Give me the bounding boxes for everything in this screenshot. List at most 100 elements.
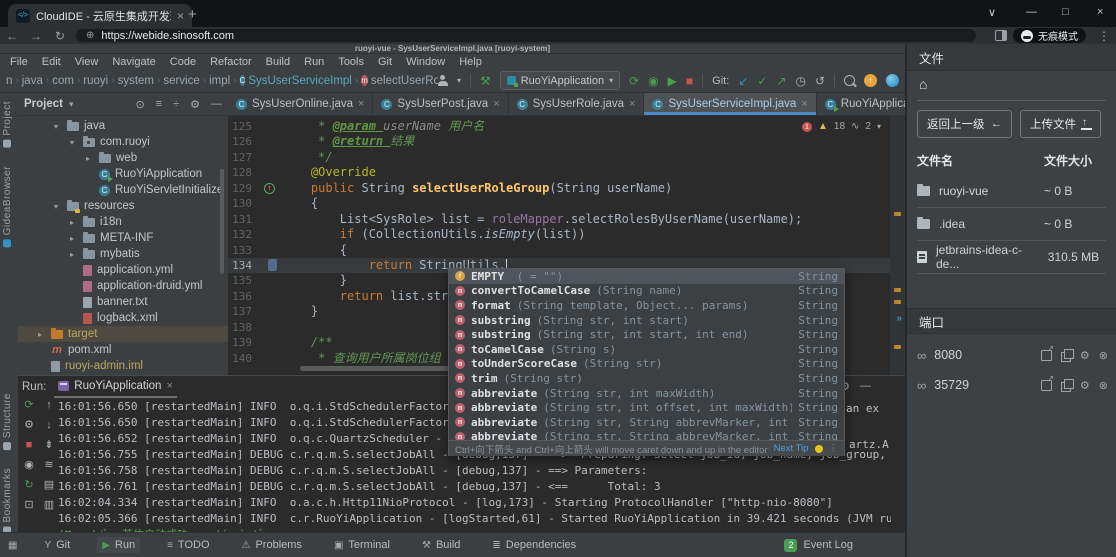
- file-row-ruoyi-vue[interactable]: ruoyi-vue~ 0 B: [917, 175, 1106, 208]
- chevron-right-icon[interactable]: ▸: [70, 234, 78, 243]
- breadcrumb-item-impl[interactable]: impl: [209, 75, 230, 87]
- completion-item-tounderscorecase[interactable]: mtoUnderScoreCase(String str)String: [449, 357, 844, 372]
- project-panel-title[interactable]: Project: [24, 98, 63, 110]
- hide-panel-icon[interactable]: —: [860, 380, 871, 393]
- completion-item-trim[interactable]: mtrim(String str)String: [449, 371, 844, 386]
- completion-item-abbreviate[interactable]: mabbreviate(String str, int maxWidth)Str…: [449, 386, 844, 401]
- scroll-up-icon[interactable]: ↑: [46, 399, 52, 412]
- close-icon[interactable]: ×: [493, 98, 499, 110]
- expand-all-icon[interactable]: ≡: [156, 98, 162, 110]
- open-external-icon[interactable]: [1041, 350, 1052, 361]
- file-row-idea[interactable]: .idea~ 0 B: [917, 208, 1106, 241]
- tool-button-project[interactable]: Project: [2, 101, 13, 148]
- tool-button-bookmarks[interactable]: Bookmarks: [2, 468, 13, 535]
- print-icon[interactable]: ▤: [44, 479, 54, 492]
- tree-item-i18n[interactable]: ▸i18n: [18, 214, 228, 230]
- completion-item-empty[interactable]: fEMPTY ( = "")String: [449, 269, 844, 284]
- warning-mark[interactable]: [894, 345, 901, 349]
- chevron-down-icon[interactable]: ▾: [457, 74, 461, 88]
- forward-icon[interactable]: →: [24, 29, 48, 43]
- completion-item-abbreviate[interactable]: mabbreviate(String str, String abbrevMar…: [449, 430, 844, 440]
- window-maximize-button[interactable]: □: [1062, 6, 1069, 18]
- git-commit-icon[interactable]: ✓: [757, 74, 767, 88]
- completion-item-tocamelcase[interactable]: mtoCamelCase(String s)String: [449, 342, 844, 357]
- status-item-todo[interactable]: ≡TODO: [162, 537, 214, 553]
- menu-help[interactable]: Help: [453, 56, 488, 68]
- tree-item-application-yml[interactable]: application.yml: [18, 262, 228, 278]
- status-item-terminal[interactable]: ▣Terminal: [329, 537, 395, 553]
- tool-button-structure[interactable]: Structure: [2, 393, 13, 450]
- run-configuration-select[interactable]: RuoYiApplication ▾: [500, 71, 620, 90]
- chevron-right-icon[interactable]: »: [896, 313, 902, 324]
- tree-item-mybatis[interactable]: ▸mybatis: [18, 246, 228, 262]
- port-row-35729[interactable]: ∞35729⚙⊗: [917, 370, 1108, 400]
- editor-tab-ruoyiapplication-java[interactable]: CRuoYiApplication.java×: [817, 93, 905, 115]
- status-item-build[interactable]: ⚒Build: [417, 537, 465, 553]
- menu-refactor[interactable]: Refactor: [204, 56, 258, 68]
- run-tab[interactable]: RuoYiApplication ×: [54, 375, 177, 398]
- editor-tab-sysuseronline-java[interactable]: CSysUserOnline.java×: [228, 93, 373, 115]
- chevron-down-icon[interactable]: ▾: [70, 138, 78, 147]
- gradle-sphere-icon[interactable]: [886, 74, 899, 87]
- build-hammer-icon[interactable]: ⚒: [480, 74, 491, 88]
- tree-item-target[interactable]: ▸target: [18, 326, 228, 342]
- inspection-widget[interactable]: 1 ▲ 18 ∿ 2 ▾: [802, 121, 881, 132]
- user-icon[interactable]: [438, 75, 448, 86]
- tree-item-web[interactable]: ▸web: [18, 150, 228, 166]
- menu-view[interactable]: View: [69, 56, 105, 68]
- breadcrumb-item-sysuserserviceimpl[interactable]: SysUserServiceImpl: [248, 75, 352, 87]
- tree-item-banner-txt[interactable]: banner.txt: [18, 294, 228, 310]
- new-tab-button[interactable]: +: [188, 6, 197, 23]
- breadcrumb-item-ruoyi[interactable]: ruoyi: [83, 75, 108, 87]
- gear-icon[interactable]: ⚙: [190, 98, 200, 111]
- completion-item-substring[interactable]: msubstring(String str, int start)String: [449, 313, 844, 328]
- scroll-down-icon[interactable]: ↓: [46, 419, 52, 432]
- settings-icon[interactable]: ⚙: [24, 419, 34, 432]
- browser-menu-icon[interactable]: ⋮: [1092, 29, 1116, 43]
- copy-icon[interactable]: [1061, 352, 1071, 362]
- search-everywhere-icon[interactable]: [844, 75, 855, 86]
- chevron-right-icon[interactable]: ▸: [38, 330, 46, 339]
- completion-item-substring[interactable]: msubstring(String str, int start, int en…: [449, 327, 844, 342]
- warning-mark[interactable]: [894, 288, 901, 292]
- status-item-git[interactable]: YGit: [39, 537, 75, 553]
- next-tip-link[interactable]: Next Tip: [774, 443, 809, 454]
- updates-icon[interactable]: ↑: [864, 74, 877, 87]
- chevron-right-icon[interactable]: ▸: [70, 218, 78, 227]
- completion-item-format[interactable]: mformat(String template, Object... param…: [449, 298, 844, 313]
- thread-dump-icon[interactable]: ◉: [24, 459, 34, 472]
- tab-close-icon[interactable]: ×: [177, 9, 184, 23]
- stop-icon[interactable]: ■: [686, 74, 693, 88]
- debug-icon[interactable]: ◉: [648, 74, 658, 88]
- scroll-end-icon[interactable]: ⇟: [44, 439, 53, 452]
- completion-item-abbreviate[interactable]: mabbreviate(String str, int offset, int …: [449, 400, 844, 415]
- close-icon[interactable]: ×: [629, 98, 635, 110]
- git-push-icon[interactable]: ↗: [776, 74, 786, 88]
- close-port-icon[interactable]: ⊗: [1099, 349, 1108, 362]
- completion-item-abbreviate[interactable]: mabbreviate(String str, String abbrevMar…: [449, 415, 844, 430]
- menu-tools[interactable]: Tools: [332, 56, 370, 68]
- menu-build[interactable]: Build: [260, 56, 296, 68]
- hide-panel-icon[interactable]: —: [211, 98, 222, 110]
- event-log-button[interactable]: 2 Event Log: [784, 539, 853, 552]
- close-icon[interactable]: ×: [801, 98, 807, 110]
- window-minimize-button[interactable]: —: [1026, 6, 1037, 18]
- close-port-icon[interactable]: ⊗: [1099, 379, 1108, 392]
- project-tree-scrollbar[interactable]: [220, 169, 224, 274]
- editor-tab-sysuserpost-java[interactable]: CSysUserPost.java×: [373, 93, 508, 115]
- tree-item-com-ruoyi[interactable]: ▾com.ruoyi: [18, 134, 228, 150]
- window-menu-icon[interactable]: ∨: [988, 6, 996, 19]
- chevron-down-icon[interactable]: ▾: [69, 99, 74, 110]
- breadcrumb-item-java[interactable]: java: [22, 75, 43, 87]
- tree-item-application-druid-yml[interactable]: application-druid.yml: [18, 278, 228, 294]
- tree-item-java[interactable]: ▾java: [18, 118, 228, 134]
- status-item-dependencies[interactable]: ≣Dependencies: [487, 537, 581, 553]
- side-panel-icon[interactable]: [995, 30, 1007, 41]
- clear-icon[interactable]: ▥: [44, 499, 54, 512]
- browser-tab[interactable]: </> CloudIDE - 云原生集成开发环境 ×: [8, 4, 192, 27]
- open-external-icon[interactable]: [1041, 380, 1052, 391]
- menu-file[interactable]: File: [4, 56, 34, 68]
- rollback-icon[interactable]: ↺: [815, 74, 825, 88]
- rerun-icon[interactable]: ⟳: [24, 399, 33, 412]
- locate-icon[interactable]: ⊙: [135, 98, 144, 111]
